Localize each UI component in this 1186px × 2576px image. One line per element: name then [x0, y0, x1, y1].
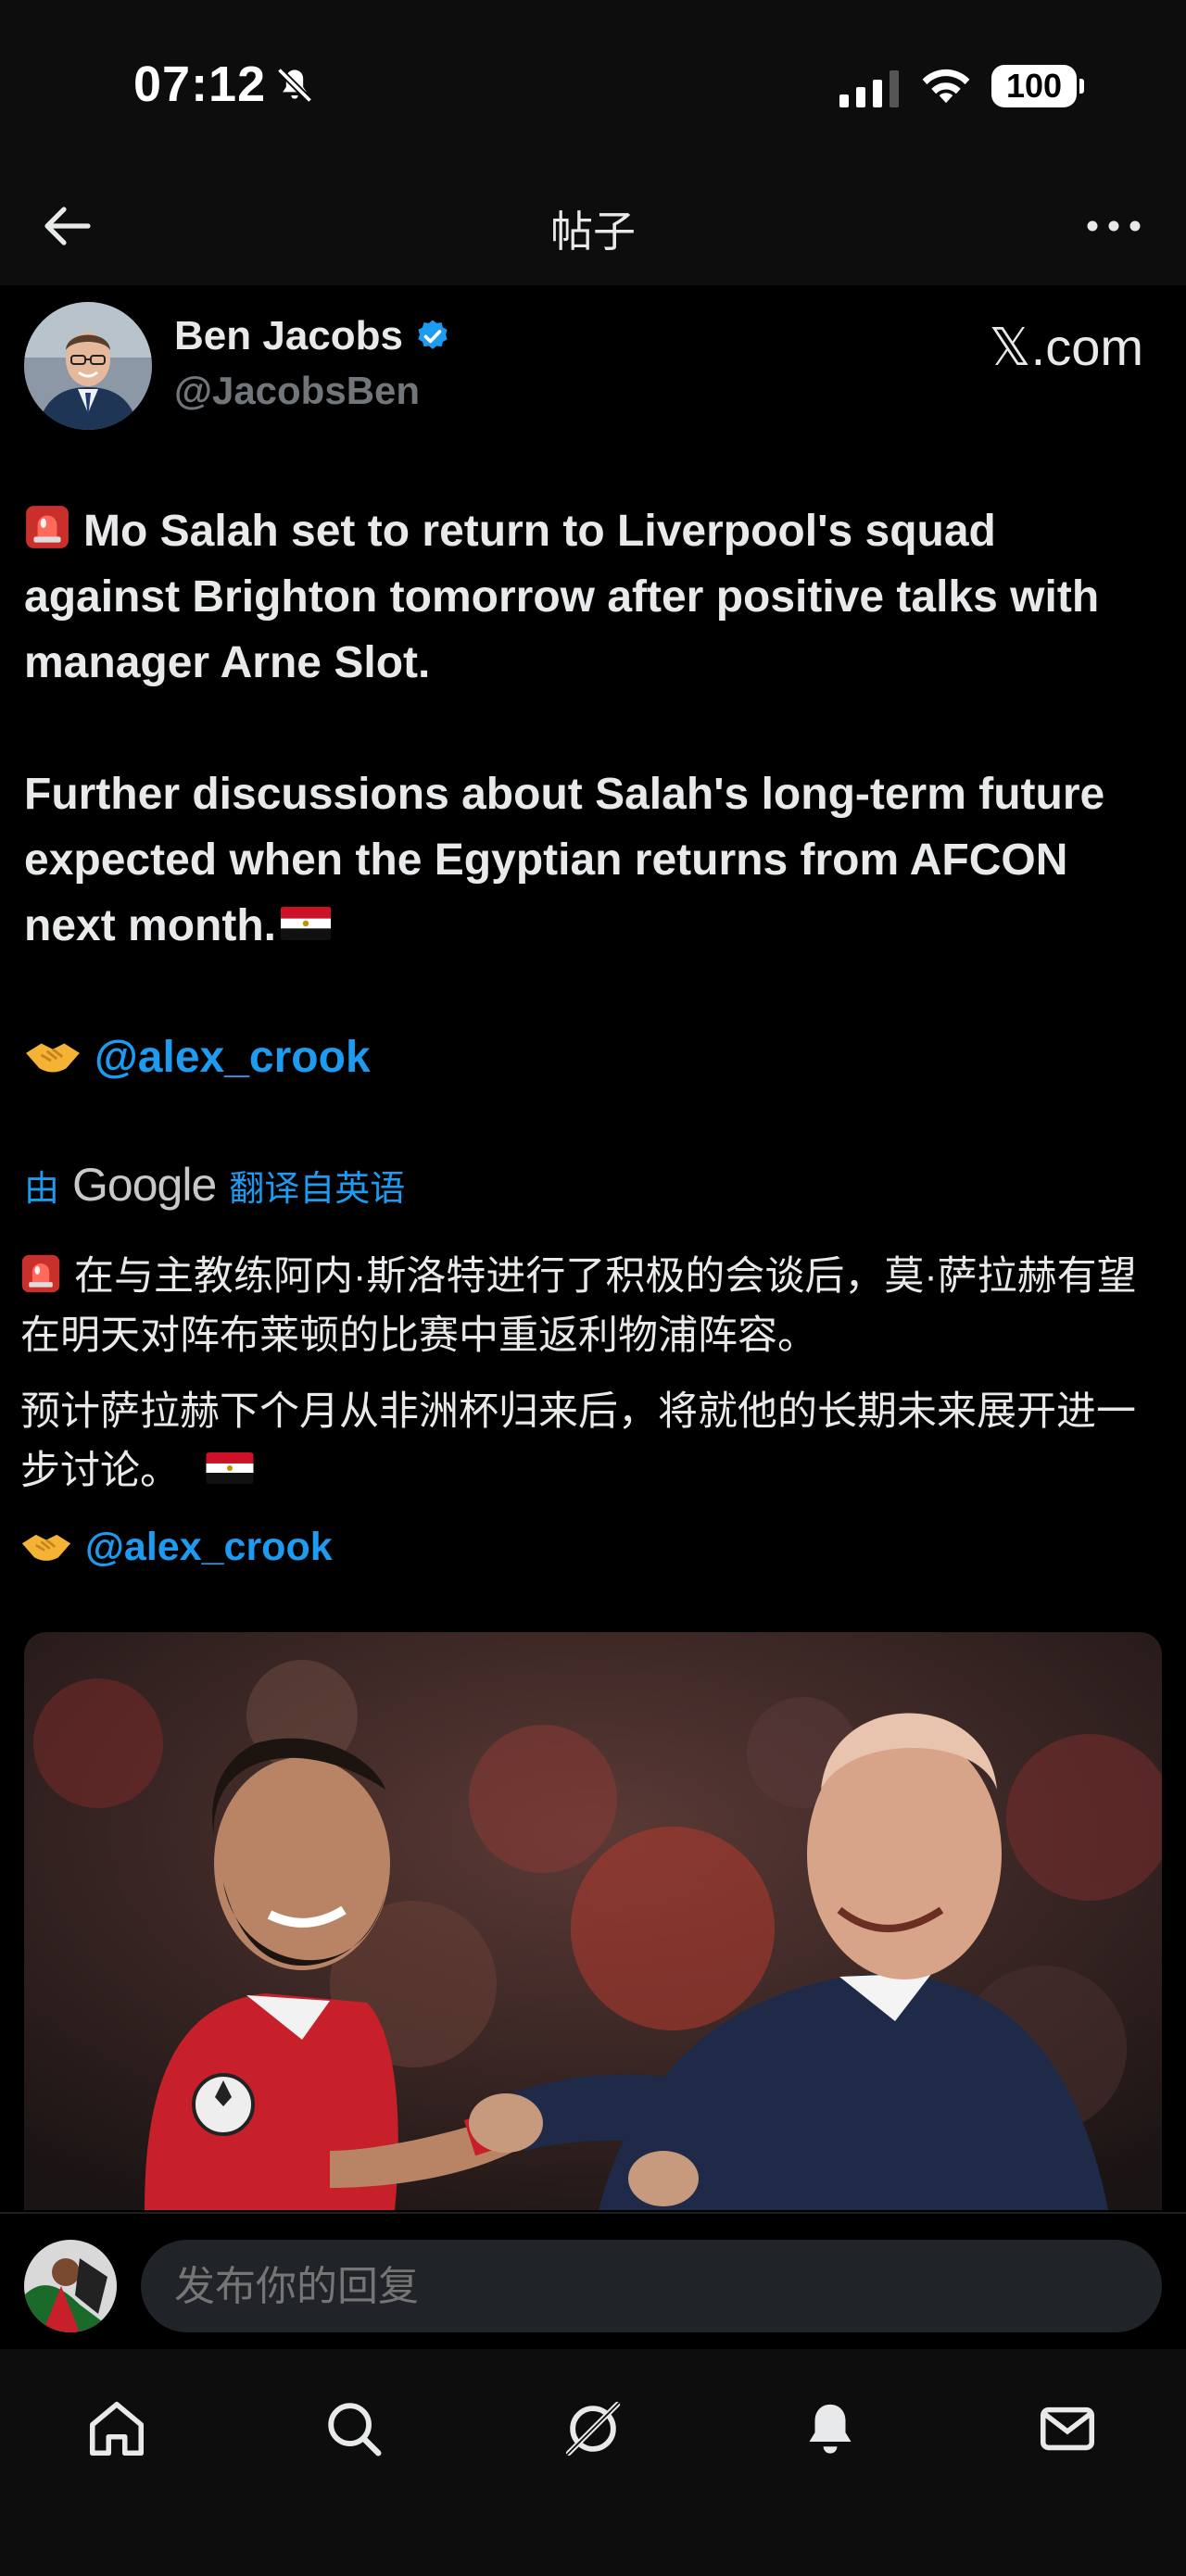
- post-paragraph-1: Mo Salah set to return to Liverpool's sq…: [24, 498, 1164, 696]
- mention-link[interactable]: @alex_crook: [95, 1033, 371, 1082]
- photo-salah-slot: [24, 1632, 1162, 2210]
- post-paragraph-3: @alex_crook: [24, 1024, 1164, 1090]
- post-text: Mo Salah set to return to Liverpool's sq…: [24, 498, 1164, 1090]
- siren-emoji-icon: [21, 1254, 60, 1293]
- notifications-icon: [809, 2404, 852, 2454]
- source-label: 𝕏.com: [989, 318, 1143, 376]
- current-user-avatar[interactable]: [24, 2240, 117, 2332]
- siren-emoji-icon: [26, 506, 69, 548]
- search-icon: [328, 2403, 382, 2457]
- tab-notifications[interactable]: [793, 2392, 867, 2466]
- cellular-signal-icon: [839, 70, 899, 107]
- bottom-tab-bar: [0, 2349, 1186, 2576]
- status-bar: 07:12 100: [0, 0, 1186, 167]
- translated-mention-link[interactable]: @alex_crook: [85, 1525, 333, 1569]
- home-icon: [89, 2401, 145, 2457]
- egypt-flag-emoji-icon: [281, 907, 331, 940]
- battery-indicator: 100: [991, 65, 1084, 107]
- google-logo: Google: [72, 1159, 217, 1211]
- bell-muted-icon: [276, 67, 313, 104]
- translated-text-line-1: 在与主教练阿内·斯洛特进行了积极的会谈后，莫·萨拉赫有望在明天对阵布莱顿的比赛中…: [20, 1254, 1137, 1358]
- translated-text-line-2: 预计萨拉赫下个月从非洲杯归来后，将就他的长期未来展开进一步讨论。: [20, 1389, 1136, 1493]
- post-text-line-1: Mo Salah set to return to Liverpool's sq…: [24, 507, 1100, 687]
- translation-attribution: 由 Google 翻译自英语: [24, 1158, 405, 1212]
- page-title: 帖子: [550, 207, 636, 256]
- current-user-avatar-image: [24, 2240, 117, 2332]
- tab-home[interactable]: [80, 2392, 154, 2466]
- post-paragraph-2: Further discussions about Salah's long-t…: [24, 761, 1164, 959]
- translated-paragraph-3: @alex_crook: [20, 1517, 1166, 1577]
- wifi-icon: [922, 69, 970, 104]
- tab-messages[interactable]: [1030, 2392, 1104, 2466]
- more-options-button[interactable]: [1077, 196, 1151, 256]
- tab-search[interactable]: [317, 2392, 391, 2466]
- translated-text: 在与主教练阿内·斯洛特进行了积极的会谈后，莫·萨拉赫有望在明天对阵布莱顿的比赛中…: [20, 1247, 1166, 1593]
- author-name-row: Ben Jacobs: [174, 313, 451, 359]
- author-name[interactable]: Ben Jacobs: [174, 313, 403, 359]
- handshake-emoji-icon: [26, 1043, 80, 1073]
- more-horizontal-icon: [1087, 220, 1141, 232]
- translated-from-link[interactable]: 翻译自英语: [229, 1160, 405, 1211]
- top-nav-bar: 帖子: [0, 167, 1186, 285]
- handshake-emoji-icon: [21, 1534, 71, 1561]
- grok-icon: [565, 2401, 621, 2457]
- egypt-flag-emoji-icon: [206, 1452, 254, 1484]
- author-avatar[interactable]: [24, 302, 152, 430]
- messages-icon: [1040, 2406, 1095, 2451]
- translated-paragraph-1: 在与主教练阿内·斯洛特进行了积极的会谈后，莫·萨拉赫有望在明天对阵布莱顿的比赛中…: [20, 1247, 1166, 1365]
- post-author: Ben Jacobs @JacobsBen 𝕏.com: [24, 302, 1164, 432]
- reply-input[interactable]: [141, 2240, 1162, 2332]
- verified-badge-icon: [418, 320, 448, 349]
- tab-grok[interactable]: [556, 2392, 630, 2466]
- translated-paragraph-2: 预计萨拉赫下个月从非洲杯归来后，将就他的长期未来展开进一步讨论。: [20, 1382, 1166, 1501]
- author-handle[interactable]: @JacobsBen: [174, 369, 420, 413]
- status-time: 07:12: [133, 57, 267, 112]
- post-media-image[interactable]: [24, 1632, 1162, 2210]
- author-avatar-image: [24, 302, 152, 430]
- post-text-line-2: Further discussions about Salah's long-t…: [24, 770, 1105, 950]
- translated-by-label: 由: [24, 1169, 60, 1209]
- reply-bar: [0, 2212, 1186, 2349]
